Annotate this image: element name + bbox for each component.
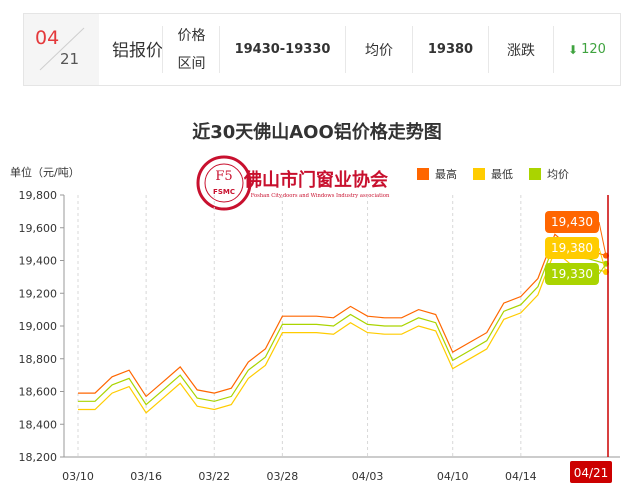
x-tick-label: 03/28	[267, 470, 299, 483]
end-value-label: 19,380	[551, 241, 593, 255]
y-tick-label: 19,800	[19, 189, 58, 202]
price-line-chart: 19,800 19,600 19,400 19,200 19,000 18,800 18,6…	[19, 189, 620, 483]
y-tick-label: 19,600	[19, 222, 58, 235]
y-tick-label: 19,000	[19, 320, 58, 333]
y-tick-label: 18,800	[19, 353, 58, 366]
series-line-1	[78, 249, 607, 414]
x-tick-label: 04/03	[352, 470, 384, 483]
series-line-0	[78, 233, 607, 398]
y-tick-label: 18,400	[19, 418, 58, 431]
y-tick-label: 18,200	[19, 451, 58, 464]
current-date-label: 04/21	[574, 466, 609, 480]
end-value-label: 19,330	[551, 267, 593, 281]
end-value-label: 19,430	[551, 215, 593, 229]
x-tick-label: 04/10	[437, 470, 469, 483]
y-tick-label: 19,400	[19, 255, 58, 268]
x-tick-label: 04/14	[505, 470, 537, 483]
y-tick-label: 18,600	[19, 386, 58, 399]
x-tick-label: 03/10	[62, 470, 94, 483]
current-date-badge: 04/21	[570, 461, 612, 483]
x-tick-label: 03/16	[130, 470, 162, 483]
x-tick-label: 03/22	[198, 470, 230, 483]
series-line-2	[78, 241, 607, 406]
y-tick-label: 19,200	[19, 287, 58, 300]
